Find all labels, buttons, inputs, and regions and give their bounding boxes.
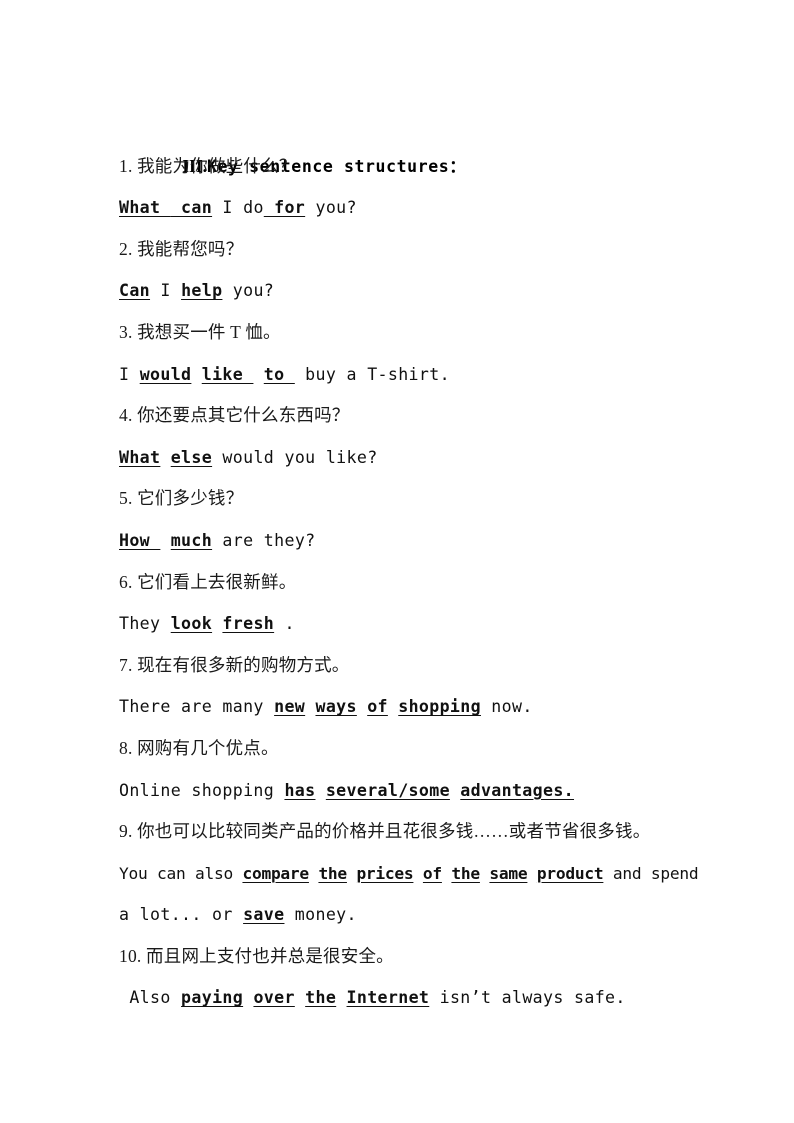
answer-blank: much (170, 530, 213, 550)
sentence-text (413, 864, 423, 883)
sentence-text: now. (480, 697, 533, 717)
answer-blank: to (263, 364, 295, 384)
item-prompt-chinese: 9. 你也可以比较同类产品的价格并且花很多钱……或者节省很多钱。 (119, 821, 651, 842)
item-prompt-chinese: 5. 它们多少钱？ (119, 488, 244, 509)
item-answer-english: There are many new ways of shopping now. (119, 686, 719, 728)
answer-blank: What (119, 198, 171, 218)
answer-blank: advantages. (460, 780, 575, 800)
sentence-text: and spend (603, 863, 699, 883)
sentence-text (347, 864, 357, 883)
answer-blank: the (318, 863, 347, 883)
answer-blank: paying (181, 988, 244, 1008)
answer-blank: new (274, 697, 306, 717)
answer-blank: How (119, 530, 161, 550)
sentence-text (527, 864, 537, 883)
sentence-text: Online shopping (119, 780, 285, 800)
answer-blank: fresh (222, 614, 275, 634)
answer-blank: Internet (346, 988, 430, 1008)
sentence-text (315, 781, 325, 800)
sentence-text: would you like? (212, 447, 378, 467)
sentence-text (450, 781, 460, 800)
sentence-text: I (119, 364, 140, 384)
answer-blank: the (451, 863, 480, 883)
sentence-text: I do (212, 198, 264, 218)
item-answer-english: What can I do for you? (119, 187, 719, 229)
answer-blank: of (422, 863, 442, 883)
answer-blank: can (170, 198, 213, 218)
answer-blank: prices (356, 863, 414, 883)
item-prompt-chinese: 8. 网购有几个优点。 (119, 737, 279, 758)
item-prompt-chinese: 4. 你还要点其它什么东西吗？ (119, 405, 350, 426)
sentence-text: are they? (212, 530, 316, 550)
sentence-text (357, 697, 367, 716)
item-prompt-chinese: 10. 而且网上支付也并总是很安全。 (119, 945, 394, 966)
sentence-text: There are many (119, 697, 275, 717)
sentence-text (243, 988, 253, 1007)
answer-blank: ways (315, 697, 357, 717)
answer-blank: for (263, 198, 306, 218)
answer-blank: else (170, 447, 213, 467)
sentence-text (160, 448, 170, 467)
sentence-text: money. (284, 905, 357, 925)
sentence-text (295, 988, 305, 1007)
sentence-text (191, 365, 201, 384)
item-answer-english-continued: a lot... or save money. (119, 894, 719, 936)
sentence-text: They (119, 614, 171, 634)
sentence-text: you? (222, 281, 275, 301)
item-prompt-chinese: 6. 它们看上去很新鲜。 (119, 571, 297, 592)
worksheet-content: III.Key sentence structures： 1. 我能为你做些什么… (119, 104, 719, 1019)
answer-blank: same (489, 863, 528, 883)
sentence-text: I (150, 281, 182, 301)
item-prompt-chinese: 2. 我能帮您吗？ (119, 238, 244, 259)
answer-blank: would (139, 364, 192, 384)
sentence-text (253, 365, 263, 384)
sentence-text (212, 614, 222, 633)
sentence-text (388, 697, 398, 716)
sentence-text: . (274, 614, 295, 634)
sentence-text (309, 864, 319, 883)
document-page: III.Key sentence structures： 1. 我能为你做些什么… (0, 0, 794, 1123)
item-prompt-chinese: 7. 现在有很多新的购物方式。 (119, 654, 350, 675)
answer-blank: help (181, 281, 223, 301)
item-answer-english: They look fresh . (119, 603, 719, 645)
item-prompt-chinese: 3. 我想买一件 T 恤。 (119, 321, 281, 342)
sentence-text (305, 697, 315, 716)
sentence-text: isn’t always safe. (429, 988, 626, 1008)
answer-blank: several/some (325, 780, 450, 800)
sentence-text (336, 988, 346, 1007)
sentence-text (160, 531, 170, 550)
sentence-text: You can also (119, 863, 243, 883)
answer-blank: over (253, 988, 295, 1008)
answer-blank: of (367, 697, 388, 717)
sentence-text (480, 864, 490, 883)
sentence-text: you? (305, 198, 357, 218)
sentence-text (442, 864, 452, 883)
item-answer-english: You can also compare the prices of the s… (119, 853, 719, 895)
item-answer-english: What else would you like? (119, 437, 719, 479)
answer-blank: What (119, 447, 161, 467)
answer-blank: the (305, 988, 337, 1008)
sentence-text: Also (119, 988, 182, 1008)
item-answer-english: How much are they? (119, 520, 719, 562)
answer-blank: shopping (398, 697, 481, 717)
sentence-text: buy a T-shirt. (294, 364, 450, 384)
sentence-text: a lot... or (119, 905, 244, 925)
item-answer-english: Also paying over the Internet isn’t alwa… (119, 977, 719, 1019)
answer-blank: look (170, 614, 213, 634)
answer-blank: compare (242, 863, 309, 883)
answer-blank: has (284, 780, 316, 800)
answer-blank: Can (119, 281, 151, 301)
item-answer-english: I would like to buy a T-shirt. (119, 354, 719, 396)
item-answer-english: Online shopping has several/some advanta… (119, 770, 719, 812)
answer-blank: like (201, 364, 254, 384)
section-heading: III.Key sentence structures： (119, 104, 719, 176)
item-answer-english: Can I help you? (119, 270, 719, 312)
answer-blank: product (536, 863, 604, 883)
answer-blank: save (243, 905, 285, 925)
